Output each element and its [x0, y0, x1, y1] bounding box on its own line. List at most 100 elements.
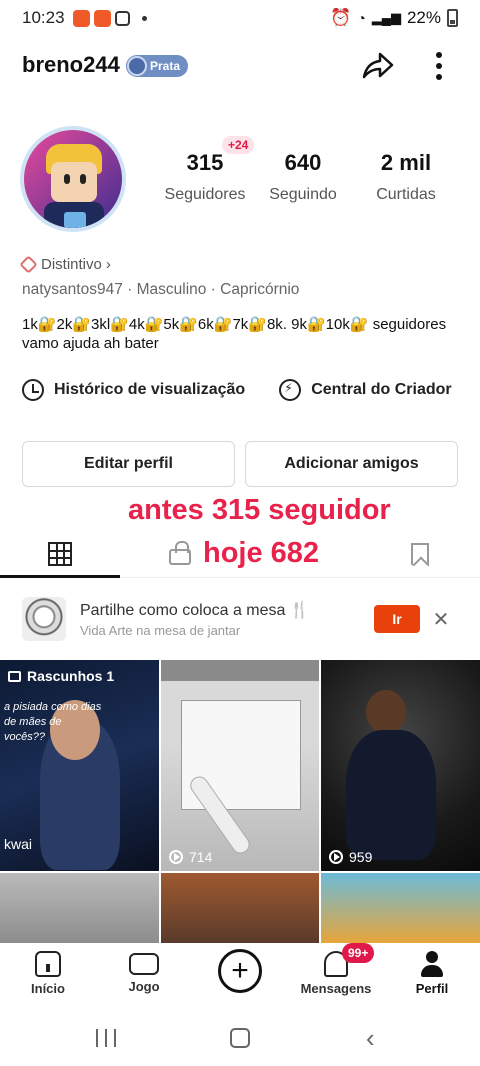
video-thumbnail-figure — [346, 730, 436, 860]
avatar-face — [51, 162, 97, 202]
profile-stats: 315 Seguidores 640 Seguindo 2 mil Curtid… — [150, 150, 470, 210]
plus-icon: + — [231, 954, 249, 987]
grid-icon — [48, 542, 72, 566]
status-right: ⏰ ◔ ▂▄▆ 22% — [330, 0, 458, 36]
drafts-icon — [8, 670, 21, 682]
drafts-tile[interactable]: Rascunhos 1 a pisiada como dias de mães … — [0, 660, 159, 871]
lock-icon — [169, 541, 191, 565]
video-thumbnail-face — [366, 690, 406, 734]
video-tile[interactable]: 959 — [321, 660, 480, 871]
overlay-caption-line1: antes 315 seguidor — [128, 494, 391, 526]
stat-value: 640 — [284, 150, 322, 175]
nav-home-label: Início — [31, 981, 65, 996]
draft-caption: a pisiada como dias de mães de vocês?? — [4, 701, 102, 743]
home-button-icon[interactable] — [230, 1028, 250, 1048]
signal-icon: ▂▄▆ — [371, 10, 401, 25]
view-history-link[interactable]: Histórico de visualização — [22, 379, 245, 401]
profile-header: breno244 Prata — [0, 44, 480, 88]
creator-center-label: Central do Criador — [311, 381, 452, 398]
level-badge-icon — [127, 56, 147, 76]
share-button[interactable] — [360, 50, 396, 82]
battery-percent: 22% — [406, 8, 441, 27]
clock-icon — [22, 379, 44, 401]
play-icon — [169, 850, 183, 864]
avatar-eye — [80, 174, 86, 184]
person-icon — [420, 951, 444, 977]
kwai-notification-icon — [72, 9, 90, 27]
play-count: 959 — [329, 849, 372, 865]
quick-actions-row: Histórico de visualização Central do Cri… — [22, 374, 480, 406]
create-post-button[interactable]: + — [218, 949, 262, 993]
play-icon — [329, 850, 343, 864]
avatar-eye — [64, 174, 70, 184]
home-icon — [35, 951, 61, 977]
drafts-label-text: Rascunhos 1 — [27, 668, 115, 684]
nav-profile[interactable]: Perfil — [392, 943, 472, 1007]
promo-banner[interactable]: Partilhe como coloca a mesa 🍴 Vida Arte … — [0, 590, 480, 650]
bookmark-icon — [411, 543, 429, 565]
avatar[interactable] — [20, 126, 126, 232]
more-notifications-icon — [141, 15, 147, 21]
kwai-notification-icon — [93, 9, 111, 27]
back-icon[interactable]: ‹ — [366, 1025, 375, 1051]
system-navigation-bar: ‹ — [0, 1007, 480, 1066]
distintivo-link[interactable]: Distintivo › — [19, 255, 111, 274]
play-count: 714 — [169, 849, 212, 865]
level-badge-label: Prata — [150, 59, 181, 73]
video-tile[interactable]: 714 — [161, 660, 319, 871]
nav-games[interactable]: Jogo — [104, 943, 184, 1007]
promo-go-button[interactable]: Ir — [374, 605, 420, 633]
more-dot-icon — [436, 74, 442, 80]
play-count-value: 959 — [349, 849, 373, 865]
active-tab-indicator — [0, 575, 120, 578]
wifi-icon: ◔ — [357, 10, 366, 26]
more-dot-icon — [436, 52, 442, 58]
nav-profile-label: Perfil — [415, 981, 449, 996]
alarm-icon: ⏰ — [330, 8, 352, 27]
stat-label: Seguidores — [164, 186, 246, 203]
stat-value: 315 — [186, 150, 224, 175]
draft-watermark: kwai — [4, 836, 33, 852]
tab-saved[interactable] — [360, 530, 480, 578]
status-time: 10:23 — [22, 8, 65, 27]
nav-messages-label: Mensagens — [300, 981, 372, 996]
stat-followers[interactable]: 315 Seguidores — [150, 150, 260, 204]
play-count-value: 714 — [189, 849, 213, 865]
stat-following[interactable]: 640 Seguindo — [248, 150, 358, 204]
recent-apps-icon[interactable] — [96, 1029, 116, 1047]
profile-meta: natysantos947 · Masculino · Capricórnio — [22, 281, 300, 298]
gamepad-icon — [129, 953, 159, 975]
edit-profile-button[interactable]: Editar perfil — [22, 441, 235, 487]
tab-posts[interactable] — [0, 530, 120, 578]
overlay-caption-line2: hoje 682 — [203, 537, 320, 569]
stat-label: Curtidas — [376, 186, 436, 203]
stat-likes[interactable]: 2 mil Curtidas — [351, 150, 461, 204]
profile-bio: 1k🔐2k🔐3kl🔐4k🔐5k🔐6k🔐7k🔐8k. 9k🔐10k🔐 seguid… — [22, 316, 447, 352]
promo-title: Partilhe como coloca a mesa 🍴 — [80, 602, 310, 619]
more-dot-icon — [436, 63, 442, 69]
video-tile[interactable] — [161, 873, 319, 943]
battery-icon — [447, 9, 458, 27]
chevron-right-icon: › — [105, 256, 111, 273]
bolt-icon — [279, 379, 302, 401]
avatar-play-icon — [64, 212, 86, 228]
view-history-label: Histórico de visualização — [54, 381, 246, 398]
stat-label: Seguindo — [269, 186, 337, 203]
drafts-label: Rascunhos 1 — [8, 668, 114, 684]
close-icon[interactable]: ✕ — [430, 605, 452, 633]
distintivo-icon — [19, 255, 38, 274]
nav-games-label: Jogo — [128, 979, 160, 994]
video-tile[interactable] — [321, 873, 480, 943]
video-tile[interactable] — [0, 873, 159, 943]
messages-badge: 99+ — [342, 943, 375, 963]
instagram-notification-icon — [114, 10, 130, 26]
promo-thumbnail — [22, 597, 66, 641]
nav-home[interactable]: Início — [8, 943, 88, 1007]
share-icon — [362, 52, 394, 79]
promo-subtitle: Vida Arte na mesa de jantar — [80, 623, 241, 638]
stat-value: 2 mil — [380, 150, 432, 175]
level-badge[interactable]: Prata — [126, 55, 189, 77]
add-friends-button[interactable]: Adicionar amigos — [245, 441, 458, 487]
more-options-button[interactable] — [428, 50, 450, 82]
creator-center-link[interactable]: Central do Criador — [279, 379, 452, 401]
